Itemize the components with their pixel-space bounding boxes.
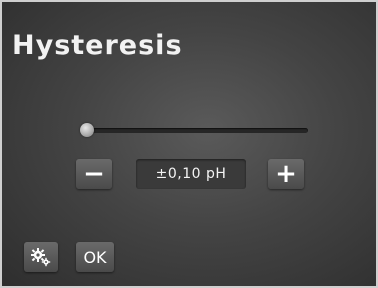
ok-button[interactable]: OK (76, 242, 114, 272)
plus-icon: + (275, 159, 297, 189)
decrease-button[interactable]: − (76, 159, 112, 189)
hysteresis-value: ±0,10 pH (136, 159, 246, 189)
page-title: Hysteresis (12, 30, 183, 61)
hysteresis-screen: Hysteresis − ±0,10 pH + OK (0, 0, 378, 288)
settings-button[interactable] (24, 242, 58, 272)
increase-button[interactable]: + (268, 159, 304, 189)
gear-icon (30, 247, 52, 267)
slider-handle[interactable] (80, 123, 94, 137)
hysteresis-slider[interactable] (80, 123, 308, 137)
minus-icon: − (83, 159, 105, 189)
